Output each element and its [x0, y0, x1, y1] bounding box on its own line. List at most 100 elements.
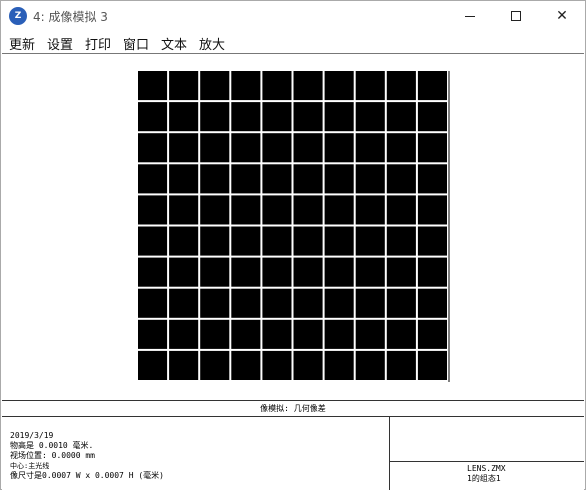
- grid-cell: [355, 164, 385, 194]
- grid-cell: [324, 319, 354, 349]
- menu-window[interactable]: 窗口: [123, 34, 149, 53]
- grid-cell: [262, 257, 292, 287]
- grid-cell: [200, 319, 230, 349]
- grid-cell: [386, 288, 416, 318]
- grid-cell: [262, 226, 292, 256]
- grid-cell: [262, 71, 292, 101]
- grid-cell: [293, 226, 323, 256]
- grid-cell: [293, 257, 323, 287]
- image-simulation-canvas: [2, 54, 584, 401]
- grid-cell: [138, 164, 168, 194]
- grid-cell: [200, 102, 230, 132]
- grid-cell: [138, 257, 168, 287]
- info-block-right: LENS.ZMX 1的组态1: [467, 464, 506, 484]
- grid-cell: [386, 319, 416, 349]
- grid-cell: [417, 226, 447, 256]
- grid-cell: [355, 102, 385, 132]
- grid-cell: [231, 195, 261, 225]
- grid-cell: [231, 133, 261, 163]
- grid-cell: [324, 288, 354, 318]
- menu-update[interactable]: 更新: [9, 34, 35, 53]
- minimize-button[interactable]: [447, 1, 493, 31]
- grid-cell: [324, 133, 354, 163]
- grid-cell: [386, 71, 416, 101]
- grid-cell: [231, 71, 261, 101]
- title-bar[interactable]: Z 4: 成像模拟 3 ✕: [1, 1, 585, 31]
- grid-cell: [417, 133, 447, 163]
- grid-cell: [293, 195, 323, 225]
- grid-image: [138, 71, 450, 382]
- grid-cell: [169, 102, 199, 132]
- grid-cell: [355, 195, 385, 225]
- grid-cell: [386, 350, 416, 380]
- grid-cell: [417, 288, 447, 318]
- plot-caption: 像模拟: 几何像差: [2, 401, 584, 417]
- grid-cell: [200, 257, 230, 287]
- info-block-left: 2019/3/19 物高是 0.0010 毫米. 视场位置: 0.0000 mm…: [10, 431, 164, 481]
- grid-cell: [231, 102, 261, 132]
- grid-cell: [417, 71, 447, 101]
- info-object-height: 物高是 0.0010 毫米.: [10, 441, 94, 450]
- grid-cell: [293, 350, 323, 380]
- app-logo-icon: Z: [9, 7, 27, 25]
- grid-cell: [262, 319, 292, 349]
- grid-cell: [386, 226, 416, 256]
- grid-cell: [231, 226, 261, 256]
- close-icon: ✕: [556, 8, 568, 24]
- grid-cell: [324, 102, 354, 132]
- grid-cell: [386, 164, 416, 194]
- grid-cell: [355, 319, 385, 349]
- grid-cell: [169, 319, 199, 349]
- grid-cell: [355, 288, 385, 318]
- grid-cell: [138, 102, 168, 132]
- menu-bar: 更新 设置 打印 窗口 文本 放大: [1, 31, 585, 53]
- info-lens-file: LENS.ZMX: [467, 464, 506, 473]
- grid-cell: [324, 350, 354, 380]
- info-footer: 像模拟: 几何像差 2019/3/19 物高是 0.0010 毫米. 视场位置:…: [2, 400, 584, 490]
- grid-cell: [293, 164, 323, 194]
- grid-cell: [386, 257, 416, 287]
- menu-print[interactable]: 打印: [85, 34, 111, 53]
- close-button[interactable]: ✕: [539, 1, 585, 31]
- grid-cell: [200, 226, 230, 256]
- grid-cell: [231, 164, 261, 194]
- grid-cell: [355, 71, 385, 101]
- grid-cell: [417, 102, 447, 132]
- grid-cell: [231, 288, 261, 318]
- menu-settings[interactable]: 设置: [47, 34, 73, 53]
- menu-zoom[interactable]: 放大: [199, 34, 225, 53]
- menu-text[interactable]: 文本: [161, 34, 187, 53]
- grid-cell: [355, 226, 385, 256]
- grid-cell: [386, 133, 416, 163]
- grid-cell: [138, 319, 168, 349]
- info-config: 1的组态1: [467, 474, 501, 483]
- grid-cell: [355, 257, 385, 287]
- grid-cell: [200, 288, 230, 318]
- info-date: 2019/3/19: [10, 431, 54, 440]
- grid-cell: [231, 257, 261, 287]
- minimize-icon: [465, 15, 475, 17]
- info-center: 中心:主光线: [10, 462, 50, 470]
- grid-cell: [293, 71, 323, 101]
- grid-cell: [417, 350, 447, 380]
- grid-cell: [417, 164, 447, 194]
- grid-cell: [262, 350, 292, 380]
- grid-cell: [386, 195, 416, 225]
- info-field-position: 视场位置: 0.0000 mm: [10, 451, 95, 460]
- grid-cell: [231, 350, 261, 380]
- grid-cell: [169, 195, 199, 225]
- grid-cell: [138, 133, 168, 163]
- maximize-button[interactable]: [493, 1, 539, 31]
- maximize-icon: [511, 11, 521, 21]
- grid-cell: [262, 195, 292, 225]
- grid-cell: [231, 319, 261, 349]
- grid-cell: [138, 195, 168, 225]
- grid-cell: [417, 257, 447, 287]
- grid-cell: [200, 164, 230, 194]
- info-pixel-size: 像尺寸是0.0007 W x 0.0007 H (毫米): [10, 471, 164, 480]
- grid-cell: [138, 350, 168, 380]
- grid-cell: [417, 195, 447, 225]
- grid-cell: [324, 195, 354, 225]
- grid-cell: [386, 102, 416, 132]
- grid-cell: [262, 164, 292, 194]
